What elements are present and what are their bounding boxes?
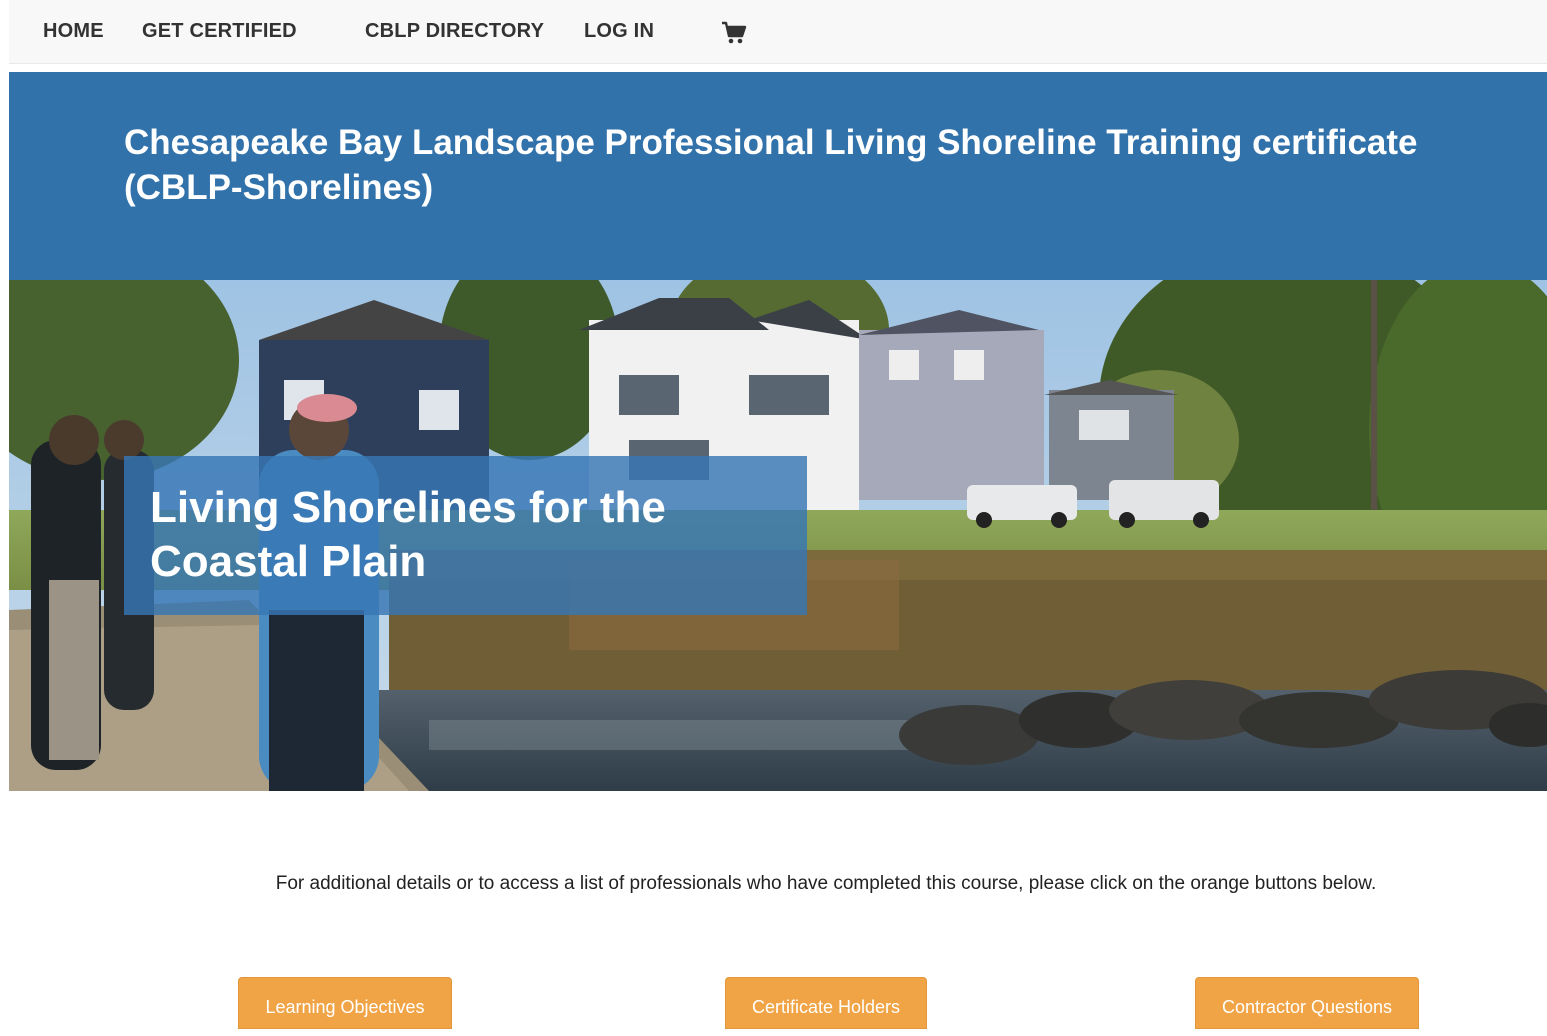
- nav-log-in-link[interactable]: LOG IN: [584, 20, 654, 43]
- hero-title: Living Shorelines for the Coastal Plain: [150, 483, 666, 586]
- hero-image: Living Shorelines for the Coastal Plain: [9, 280, 1547, 791]
- nav-cblp-directory-link[interactable]: CBLP DIRECTORY: [365, 20, 544, 43]
- title-banner: Chesapeake Bay Landscape Professional Li…: [9, 72, 1547, 280]
- shopping-cart-icon[interactable]: [721, 20, 747, 46]
- top-navigation: HOME GET CERTIFIED CBLP DIRECTORY LOG IN: [9, 0, 1547, 64]
- info-text: For additional details or to access a li…: [275, 873, 1377, 894]
- certificate-holders-button[interactable]: Certificate Holders: [725, 977, 927, 1029]
- hero-caption-box: Living Shorelines for the Coastal Plain: [124, 456, 807, 615]
- learning-objectives-button[interactable]: Learning Objectives: [238, 977, 452, 1029]
- page-title: Chesapeake Bay Landscape Professional Li…: [124, 123, 1418, 207]
- nav-get-certified-link[interactable]: GET CERTIFIED: [142, 20, 297, 43]
- contractor-questions-button[interactable]: Contractor Questions: [1195, 977, 1419, 1029]
- nav-home-link[interactable]: HOME: [43, 20, 104, 43]
